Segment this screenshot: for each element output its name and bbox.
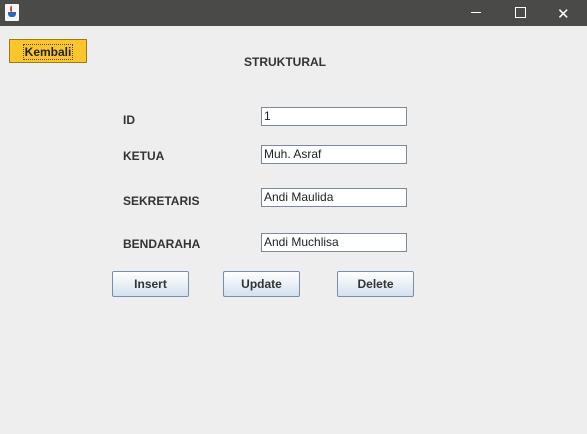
update-button[interactable]: Update (223, 271, 300, 297)
insert-button[interactable]: Insert (112, 271, 189, 297)
window-titlebar: ✕ (0, 0, 587, 26)
maximize-button[interactable] (497, 0, 543, 26)
ketua-label: KETUA (123, 149, 165, 163)
back-button[interactable]: Kembali (9, 39, 87, 63)
id-field[interactable]: 1 (261, 107, 407, 126)
id-label: ID (123, 113, 135, 127)
page-title: STRUKTURAL (244, 55, 326, 69)
close-button[interactable]: ✕ (541, 0, 587, 26)
minimize-icon (471, 12, 481, 13)
delete-button[interactable]: Delete (337, 271, 414, 297)
minimize-button[interactable] (453, 0, 499, 26)
java-app-icon[interactable] (5, 4, 19, 21)
ketua-field[interactable]: Muh. Asraf (261, 145, 407, 164)
maximize-icon (515, 7, 526, 18)
close-icon: ✕ (557, 5, 570, 23)
bendahara-field[interactable]: Andi Muchlisa (261, 233, 407, 252)
bendahara-label: BENDARAHA (123, 237, 201, 251)
sekretaris-field[interactable]: Andi Maulida (261, 188, 407, 207)
sekretaris-label: SEKRETARIS (123, 194, 200, 208)
back-button-label: Kembali (22, 44, 74, 60)
